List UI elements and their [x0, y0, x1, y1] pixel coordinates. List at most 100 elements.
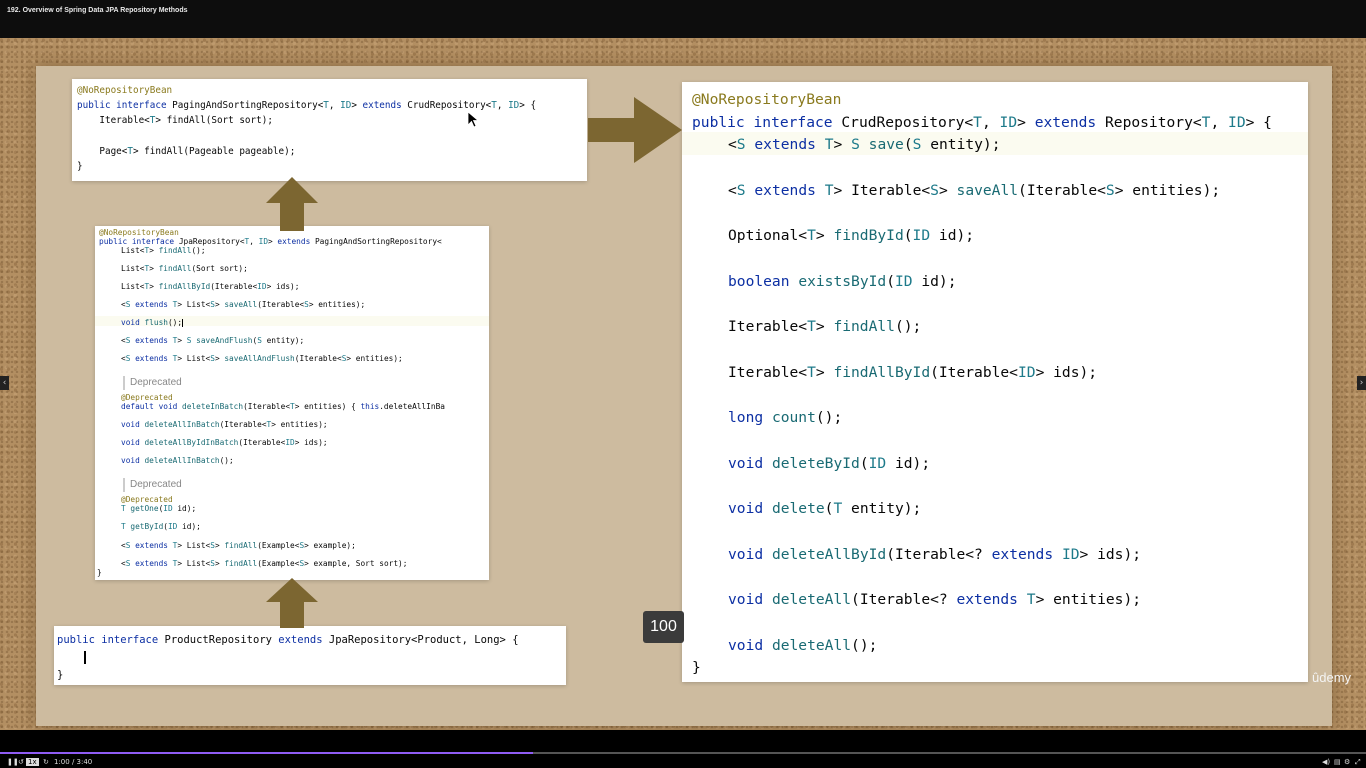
code-token: S	[736, 181, 746, 199]
code-token: public interface	[99, 237, 179, 246]
code-token: ID	[257, 282, 267, 291]
method-line: long count();	[728, 409, 842, 426]
mouse-pointer-icon	[467, 111, 479, 128]
pause-icon[interactable]: ❚❚	[7, 758, 19, 766]
code-token: S	[1105, 181, 1115, 199]
code-token: > ids);	[1079, 545, 1142, 563]
playback-rate-button[interactable]: 1x	[26, 758, 39, 766]
code-token: > List<	[177, 300, 211, 309]
code-token: > Iterable<	[833, 181, 931, 199]
code-token: List<	[121, 246, 145, 255]
code-token: flush	[144, 318, 168, 327]
method-line: void deleteAll(Iterable<? extends T> ent…	[728, 591, 1141, 608]
code-token: (	[903, 227, 913, 244]
code-token: ID	[258, 237, 269, 246]
code-token: findAllById	[158, 282, 211, 291]
code-token: ID	[1017, 363, 1036, 381]
code-token: ID	[340, 100, 352, 111]
inherits-arrow-up-icon	[266, 578, 318, 628]
deprecated-bar	[123, 376, 125, 390]
text-cursor	[182, 319, 184, 327]
udemy-watermark: ûdemy	[1312, 670, 1352, 685]
code-token: findById	[833, 227, 904, 244]
code-token: >	[214, 541, 225, 550]
code-token: ID	[163, 504, 173, 513]
code-token: S	[851, 136, 860, 153]
code-token: Repository<	[1096, 114, 1202, 131]
code-token: default	[121, 402, 154, 411]
code-token: > entities);	[1114, 181, 1221, 199]
code-token: >	[938, 181, 957, 199]
code-token: T	[807, 363, 816, 381]
fullscreen-icon[interactable]: ⤢	[1355, 758, 1361, 767]
code-token: id);	[177, 522, 201, 531]
text-cursor	[84, 651, 86, 664]
code-token: (	[859, 454, 869, 472]
code-token: deleteAll	[771, 636, 852, 654]
forward-icon[interactable]: ↻	[43, 758, 49, 766]
code-token: ,	[1210, 114, 1229, 131]
code-token: deleteAll	[771, 591, 852, 608]
code-token: >	[214, 354, 225, 363]
code-token: JpaRepository<	[178, 237, 245, 246]
code-token: ,	[496, 100, 509, 111]
code-token: > ids);	[294, 438, 328, 447]
code-token: ID	[894, 272, 913, 290]
code-token: extends	[991, 545, 1054, 563]
code-token: extends	[1034, 114, 1097, 131]
code-token: (	[903, 136, 913, 153]
code-token: findAll	[158, 264, 192, 273]
code-token: interface	[101, 634, 159, 646]
code-token: findAll	[833, 318, 895, 335]
code-token: >	[1017, 114, 1035, 131]
code-token: void	[121, 318, 140, 327]
code-token: >	[177, 336, 187, 345]
code-token: void	[728, 545, 764, 563]
method-line: T getById(ID id);	[121, 522, 201, 531]
settings-icon[interactable]: ⚙	[1344, 758, 1350, 766]
code-token: ();	[815, 409, 843, 426]
code-token: ID	[167, 522, 178, 531]
code-token: saveAndFlush	[196, 336, 253, 345]
method-line: Page<T> findAll(Pageable pageable);	[77, 146, 295, 157]
method-line: <S extends T> List<S> findAll(Example<S>…	[121, 541, 356, 550]
code-token: void	[728, 591, 764, 608]
code-token: ();	[191, 246, 206, 255]
code-token: >	[351, 100, 363, 111]
code-token: void	[728, 636, 764, 654]
code-token: T	[807, 227, 816, 244]
code-token: extends	[754, 136, 816, 153]
code-token: > entities);	[308, 300, 366, 309]
volume-icon[interactable]: ◀)	[1322, 758, 1330, 766]
captions-icon[interactable]: ▤	[1334, 758, 1341, 766]
code-token: (Iterable<	[210, 282, 258, 291]
code-token: ID	[1061, 545, 1080, 563]
code-token: >	[214, 559, 225, 568]
code-token: (Iterable<	[219, 420, 267, 429]
previous-arrow-icon[interactable]: ‹	[0, 376, 9, 390]
method-line: Iterable<T> findAllById(Iterable<ID> ids…	[728, 364, 1097, 381]
next-arrow-icon[interactable]: ›	[1357, 376, 1366, 390]
code-token: (Iterable<	[257, 300, 305, 309]
code-token: >	[815, 363, 834, 381]
code-token: deleteAllByIdInBatch	[144, 438, 239, 447]
code-token: T	[807, 318, 816, 335]
code-token: > entities);	[271, 420, 328, 429]
method-line: void flush();	[121, 318, 184, 327]
inherits-arrow-right-icon	[588, 97, 682, 163]
code-token: deleteById	[771, 454, 860, 472]
paging-and-sorting-repository-panel: @NoRepositoryBean public interface Pagin…	[72, 79, 587, 181]
code-token: > findAll(Sort sort);	[155, 115, 273, 126]
code-token: findAll	[224, 541, 258, 550]
code-token: ID	[508, 100, 520, 111]
code-token: Iterable<	[728, 318, 808, 335]
code-token: Iterable<	[77, 115, 150, 126]
code-token: public	[57, 634, 95, 646]
code-token: saveAll	[956, 181, 1019, 199]
method-line: List<T> findAll();	[121, 246, 206, 255]
rewind-icon[interactable]: ↺	[18, 758, 24, 766]
